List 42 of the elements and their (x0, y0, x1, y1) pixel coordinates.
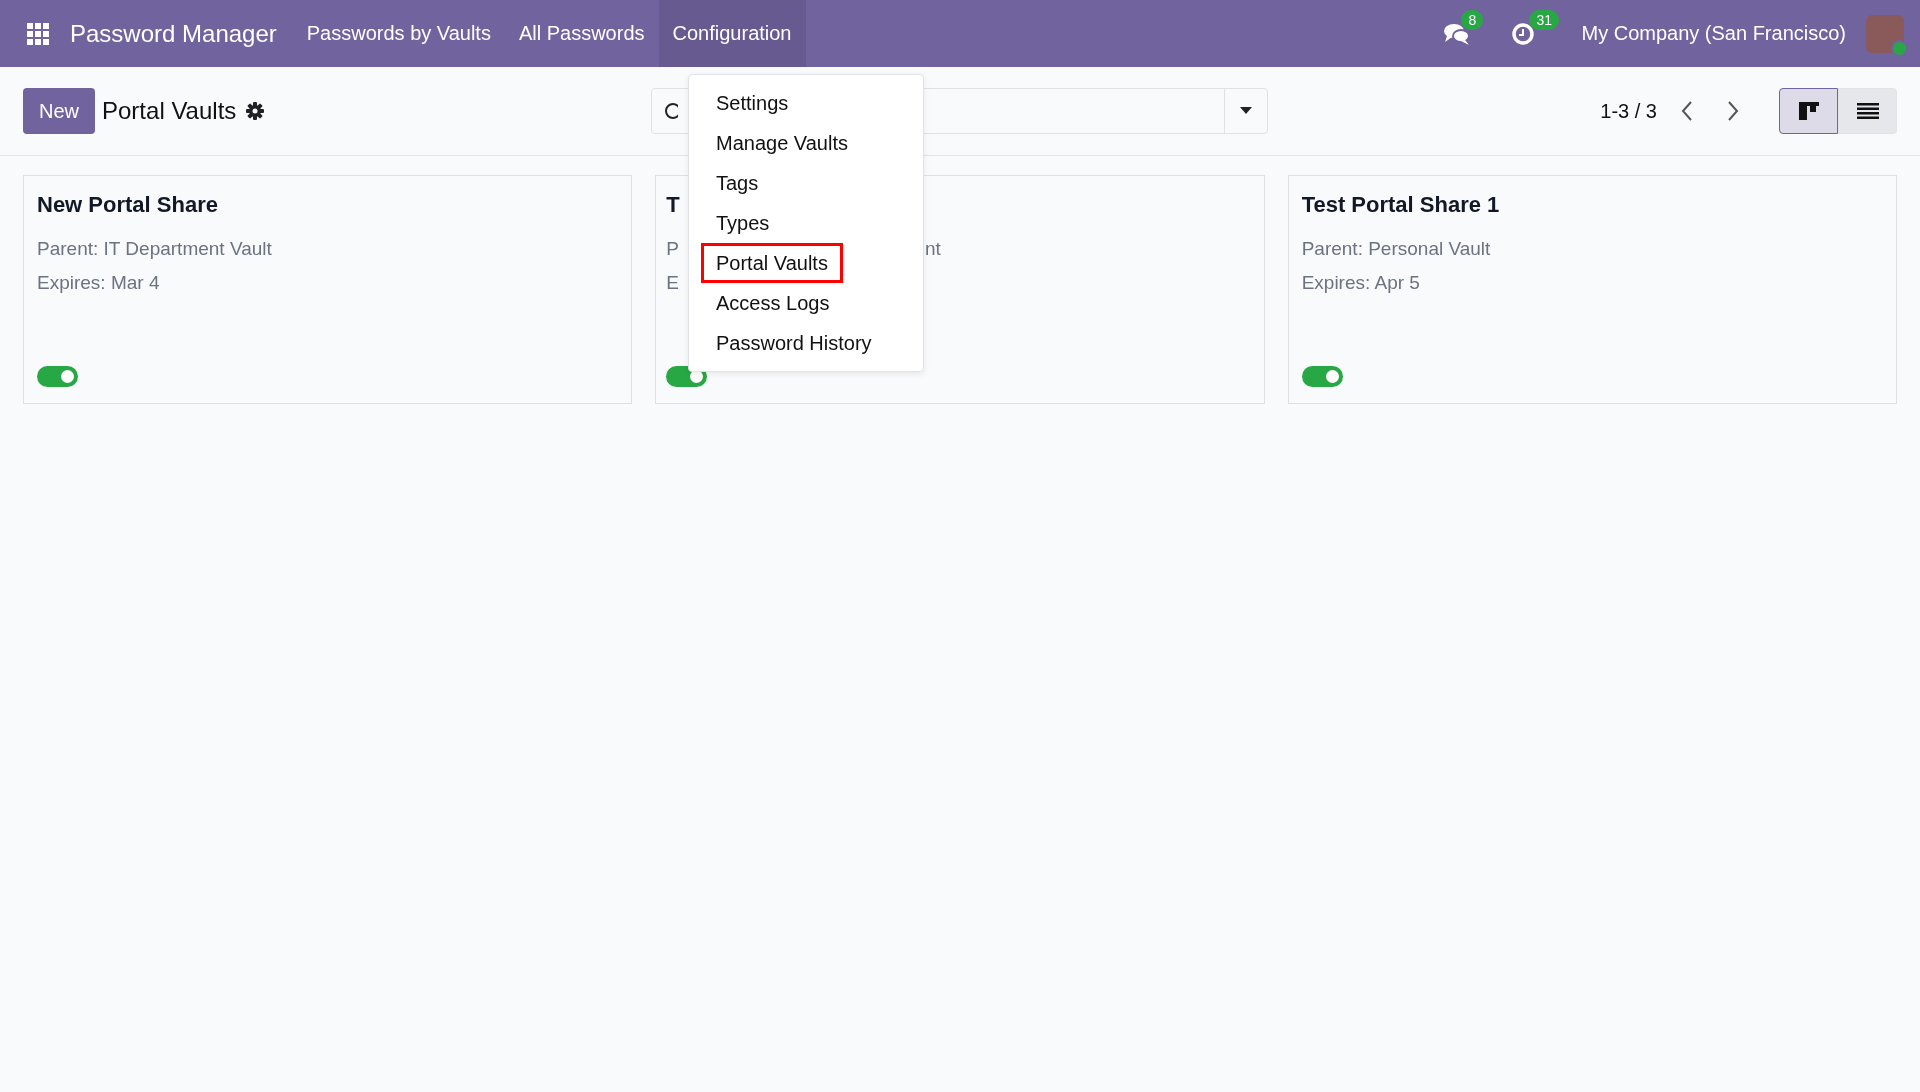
parent-text: P (666, 238, 679, 260)
company-switcher[interactable]: My Company (San Francisco) (1581, 22, 1846, 45)
dropdown-menu-item[interactable]: Settings (701, 83, 804, 123)
activity-count-badge: 31 (1529, 9, 1560, 30)
card-title: Test Portal Share 1 (1301, 192, 1501, 218)
next-page-icon[interactable] (1727, 101, 1739, 121)
parent-text: nt (925, 238, 941, 260)
kanban-view-button[interactable] (1779, 88, 1838, 134)
dropdown-menu-item[interactable]: Password History (701, 323, 887, 363)
previous-page-icon[interactable] (1681, 101, 1693, 121)
kanban-view-icon (1798, 102, 1819, 120)
expiry-text: Expires: Apr 5 (1301, 272, 1420, 294)
message-count-badge: 8 (1461, 9, 1484, 30)
app-title[interactable]: Password Manager (70, 19, 277, 48)
record-card[interactable]: Test Portal Share 1 Parent: Personal Vault Expires: Apr 5 (1287, 175, 1897, 404)
active-toggle[interactable] (1301, 366, 1343, 387)
nav-menu-item[interactable]: Passwords by Vaults (292, 0, 505, 67)
list-view-button[interactable] (1838, 88, 1897, 134)
expiry-text: Expires: Mar 4 (37, 272, 160, 294)
dropdown-menu-item[interactable]: Manage Vaults (701, 123, 863, 163)
dropdown-menu-item[interactable]: Types (701, 203, 785, 243)
expiry-text: E (666, 272, 679, 294)
online-status-dot (1891, 39, 1908, 57)
list-view-icon (1856, 103, 1879, 119)
search-icon (664, 102, 678, 120)
dropdown-menu-item[interactable]: Portal Vaults (701, 243, 843, 283)
active-toggle[interactable] (37, 366, 78, 387)
nav-menu-item[interactable]: Configuration (658, 0, 806, 67)
caret-down-icon (1240, 107, 1252, 115)
apps-grid-icon[interactable] (27, 22, 49, 45)
parent-text: Parent: IT Department Vault (37, 238, 272, 260)
pager-value: 1-3 / 3 (1600, 99, 1657, 123)
new-button[interactable]: New (23, 88, 95, 134)
record-card[interactable]: New Portal Share Parent: IT Department Vault Expires: Mar 4 (23, 175, 633, 404)
dropdown-menu-item[interactable]: Access Logs (701, 283, 845, 323)
clock-icon[interactable] (1511, 21, 1536, 46)
breadcrumb-title: Portal Vaults (102, 97, 237, 125)
card-title: T (666, 192, 681, 218)
parent-text: Parent: Personal Vault (1301, 238, 1491, 260)
card-title: New Portal Share (37, 192, 219, 218)
gear-icon[interactable] (246, 102, 265, 120)
nav-menu-item[interactable]: All Passwords (504, 0, 659, 67)
